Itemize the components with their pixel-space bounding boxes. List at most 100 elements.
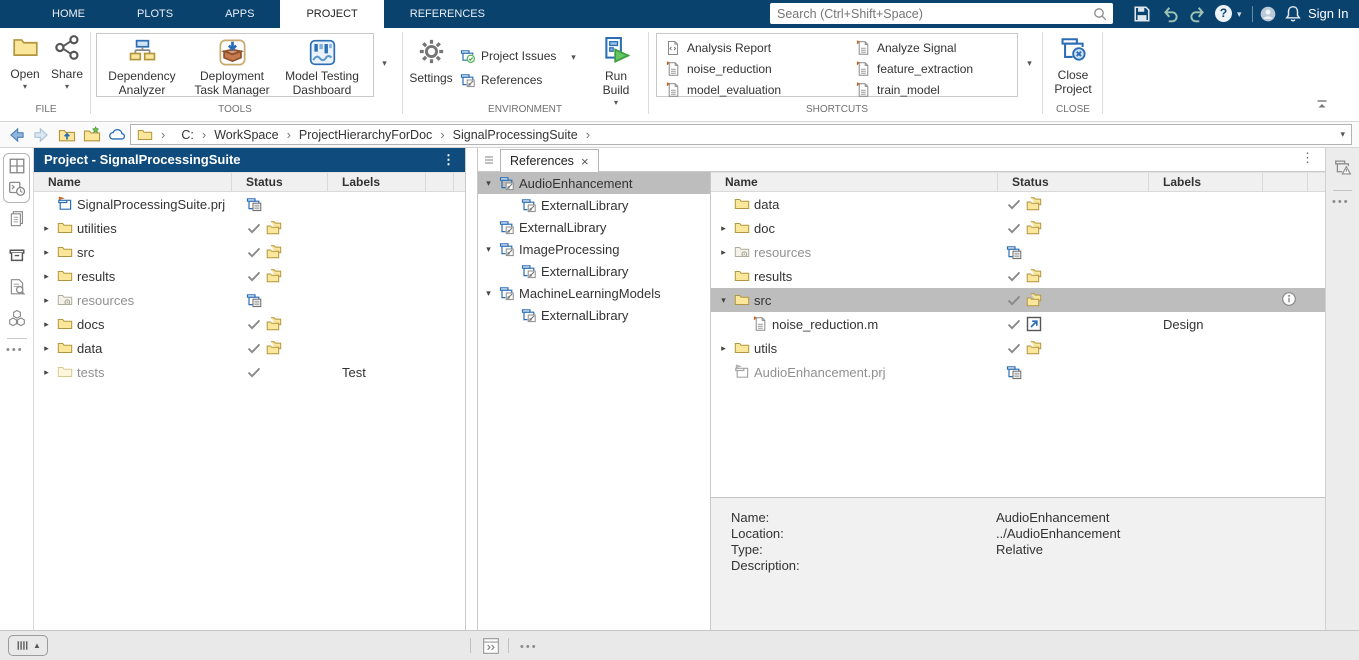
table-row[interactable]: AudioEnhancement.prj	[711, 360, 1326, 384]
sign-in-link[interactable]: Sign In	[1308, 6, 1348, 21]
expander-icon[interactable]: ▸	[717, 223, 730, 234]
table-row[interactable]: noise_reduction.mDesign	[711, 312, 1326, 336]
project-panel-kebab-icon[interactable]: ⋮	[442, 148, 455, 172]
column-header[interactable]: Labels	[1149, 173, 1263, 191]
details-panel-toggle-button[interactable]: ▲	[8, 635, 48, 656]
project-issues-caret-icon[interactable]: ▾	[566, 52, 581, 63]
redo-icon[interactable]	[1188, 5, 1206, 23]
expander-icon[interactable]: ▾	[717, 295, 730, 306]
breadcrumb-caret-icon[interactable]: ▾	[1340, 129, 1345, 140]
column-header[interactable]: Status	[998, 173, 1149, 191]
shortcut-item[interactable]: feature_extraction	[855, 58, 973, 79]
table-row[interactable]: ▸doc	[711, 216, 1326, 240]
help-icon[interactable]: ?	[1215, 5, 1232, 22]
table-row[interactable]: data	[711, 192, 1326, 216]
expander-icon[interactable]: ▸	[40, 247, 53, 258]
column-header[interactable]: Labels	[328, 173, 426, 191]
table-row[interactable]: ▸results	[34, 264, 465, 288]
expander-icon[interactable]: ▸	[717, 247, 730, 258]
tab-project[interactable]: PROJECT	[280, 0, 383, 28]
tool-button[interactable]: DependencyAnalyzer	[97, 34, 187, 97]
expander-icon[interactable]: ▸	[40, 367, 53, 378]
tree-item[interactable]: ExternalLibrary	[478, 216, 710, 238]
share-button[interactable]: Share ▾	[48, 34, 86, 91]
statusbar-more-icon[interactable]: •••	[520, 641, 538, 653]
expander-icon[interactable]: ▸	[40, 295, 53, 306]
search-input[interactable]	[770, 7, 1092, 21]
info-icon[interactable]	[1281, 291, 1297, 307]
expander-icon[interactable]: ▸	[717, 343, 730, 354]
breadcrumb[interactable]: › C:›WorkSpace›ProjectHierarchyForDoc›Si…	[130, 124, 1352, 145]
column-header[interactable]: Name	[711, 173, 998, 191]
dependencies-cubes-icon[interactable]	[8, 309, 26, 327]
layout-grid-icon[interactable]	[8, 157, 26, 175]
tree-item[interactable]: ▾AudioEnhancement	[478, 172, 710, 194]
save-icon[interactable]	[1133, 5, 1151, 23]
expander-icon[interactable]: ▸	[40, 319, 53, 330]
back-icon[interactable]	[8, 126, 26, 144]
project-box-icon[interactable]	[8, 246, 26, 264]
breadcrumb-segment[interactable]: C:	[181, 128, 194, 142]
table-row[interactable]: ▸src	[34, 240, 465, 264]
shortcut-item[interactable]: Analyze Signal	[855, 37, 973, 58]
references-button[interactable]: References	[460, 72, 542, 88]
tab-plots[interactable]: PLOTS	[111, 0, 199, 28]
startup-shutdown-icon[interactable]	[8, 179, 26, 197]
expander-icon[interactable]: ▸	[40, 223, 53, 234]
tab-home[interactable]: HOME	[26, 0, 111, 28]
shortcuts-more-caret-icon[interactable]: ▾	[1022, 58, 1037, 69]
expander-icon[interactable]: ▸	[40, 271, 53, 282]
table-row[interactable]: results	[711, 264, 1326, 288]
shortcut-item[interactable]: train_model	[855, 79, 973, 100]
breadcrumb-segment[interactable]: ProjectHierarchyForDoc	[299, 128, 432, 142]
table-row[interactable]: SignalProcessingSuite.prj	[34, 192, 465, 216]
document-kebab-icon[interactable]: ⋮	[1301, 150, 1314, 166]
column-header[interactable]	[1263, 173, 1308, 191]
run-build-button[interactable]: Run Build ▾	[590, 36, 642, 107]
tree-item[interactable]: ExternalLibrary	[478, 304, 710, 326]
cloud-drive-icon[interactable]	[108, 126, 126, 144]
expander-icon[interactable]: ▸	[40, 343, 53, 354]
table-row[interactable]: ▸resources	[711, 240, 1326, 264]
tab-apps[interactable]: APPS	[199, 0, 280, 28]
table-row[interactable]: ▸utilities	[34, 216, 465, 240]
close-project-button[interactable]: Close Project	[1048, 35, 1098, 96]
open-button[interactable]: Open ▾	[6, 34, 44, 91]
table-row[interactable]: ▸docs	[34, 312, 465, 336]
file-search-icon[interactable]	[8, 278, 26, 296]
search-box[interactable]	[770, 3, 1113, 24]
tab-close-icon[interactable]: ×	[581, 154, 589, 169]
search-icon[interactable]	[1092, 6, 1108, 22]
settings-button[interactable]: Settings	[408, 38, 454, 85]
table-row[interactable]: ▾src	[711, 288, 1326, 312]
profile-menu-icon[interactable]	[1259, 5, 1277, 23]
tree-item[interactable]: ▾ImageProcessing	[478, 238, 710, 260]
breadcrumb-segment[interactable]: WorkSpace	[214, 128, 278, 142]
notifications-bell-icon[interactable]	[1284, 5, 1302, 23]
project-files-copies-icon[interactable]	[8, 210, 26, 228]
expander-icon[interactable]: ▾	[482, 288, 495, 299]
right-strip-more-icon[interactable]: •••	[1332, 196, 1350, 208]
table-row[interactable]: ▸testsTest	[34, 360, 465, 384]
tab-references[interactable]: REFERENCES	[384, 0, 511, 28]
expander-icon[interactable]: ▾	[482, 244, 495, 255]
tool-button[interactable]: DeploymentTask Manager	[187, 34, 277, 97]
shortcut-item[interactable]: model_evaluation	[665, 79, 781, 100]
forward-icon[interactable]	[32, 126, 50, 144]
collapse-ribbon-icon[interactable]	[1314, 96, 1330, 112]
expander-icon[interactable]: ▾	[482, 178, 495, 189]
tree-item[interactable]: ExternalLibrary	[478, 260, 710, 282]
tree-item[interactable]: ▾MachineLearningModels	[478, 282, 710, 304]
tab-grip-icon[interactable]	[481, 152, 497, 168]
column-header[interactable]	[426, 173, 454, 191]
shortcut-item[interactable]: Analysis Report	[665, 37, 781, 58]
minimized-panel-icon[interactable]	[482, 637, 500, 655]
label-editor-icon[interactable]	[1334, 158, 1352, 176]
column-header[interactable]: Status	[232, 173, 328, 191]
table-row[interactable]: ▸resources	[34, 288, 465, 312]
table-row[interactable]: ▸data	[34, 336, 465, 360]
tool-button[interactable]: Model TestingDashboard	[277, 34, 367, 97]
folder-up-icon[interactable]	[58, 126, 76, 144]
column-header[interactable]: Name	[34, 173, 232, 191]
project-issues-button[interactable]: Project Issues	[460, 48, 556, 64]
